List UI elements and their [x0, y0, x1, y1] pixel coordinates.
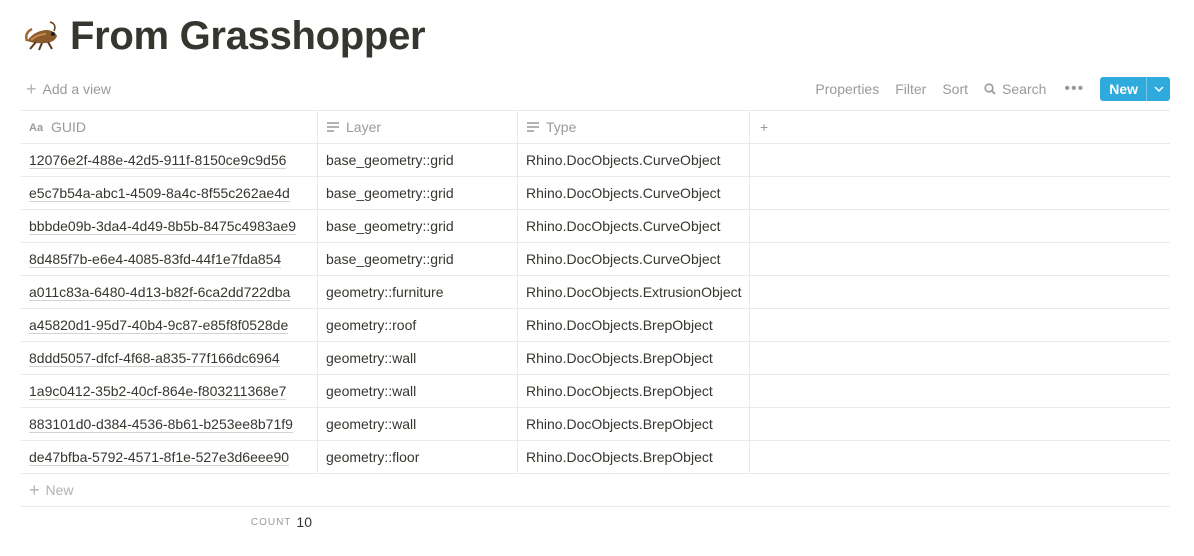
- search-button[interactable]: Search: [976, 81, 1054, 97]
- column-header-type[interactable]: Type: [518, 111, 750, 143]
- guid-value[interactable]: a011c83a-6480-4d13-b82f-6ca2dd722dba: [29, 284, 291, 301]
- guid-value[interactable]: 1a9c0412-35b2-40cf-864e-f803211368e7: [29, 383, 287, 400]
- count-footer[interactable]: COUNT 10: [21, 514, 318, 530]
- empty-cell: [750, 210, 1170, 242]
- layer-cell[interactable]: geometry::wall: [318, 375, 518, 407]
- layer-cell[interactable]: geometry::furniture: [318, 276, 518, 308]
- page-header: From Grasshopper: [22, 10, 426, 62]
- chevron-down-icon[interactable]: [1146, 77, 1170, 101]
- plus-icon: +: [29, 480, 40, 500]
- text-lines-icon: [527, 122, 539, 132]
- column-label: Layer: [346, 119, 382, 135]
- new-row-button[interactable]: + New: [21, 474, 1170, 507]
- guid-cell[interactable]: e5c7b54a-abc1-4509-8a4c-8f55c262ae4d: [21, 177, 318, 209]
- add-column-button[interactable]: +: [750, 111, 1170, 143]
- guid-cell[interactable]: bbbde09b-3da4-4d49-8b5b-8475c4983ae9: [21, 210, 318, 242]
- guid-cell[interactable]: 8ddd5057-dfcf-4f68-a835-77f166dc6964: [21, 342, 318, 374]
- guid-value[interactable]: 8ddd5057-dfcf-4f68-a835-77f166dc6964: [29, 350, 280, 367]
- type-cell[interactable]: Rhino.DocObjects.BrepObject: [518, 441, 750, 473]
- table-row[interactable]: 8d485f7b-e6e4-4085-83fd-44f1e7fda854 base…: [21, 243, 1170, 276]
- empty-cell: [750, 144, 1170, 176]
- type-cell[interactable]: Rhino.DocObjects.CurveObject: [518, 177, 750, 209]
- guid-value[interactable]: 12076e2f-488e-42d5-911f-8150ce9c9d56: [29, 152, 287, 169]
- toolbar-actions: Properties Filter Sort Search ••• New: [807, 77, 1170, 101]
- column-label: Type: [546, 119, 577, 135]
- table-row[interactable]: bbbde09b-3da4-4d49-8b5b-8475c4983ae9 base…: [21, 210, 1170, 243]
- layer-cell[interactable]: geometry::wall: [318, 342, 518, 374]
- add-view-label: Add a view: [42, 81, 111, 97]
- type-cell[interactable]: Rhino.DocObjects.BrepObject: [518, 309, 750, 341]
- svg-text:Aa: Aa: [29, 122, 44, 133]
- layer-cell[interactable]: geometry::roof: [318, 309, 518, 341]
- empty-cell: [750, 177, 1170, 209]
- empty-cell: [750, 276, 1170, 308]
- properties-button[interactable]: Properties: [807, 81, 887, 97]
- text-lines-icon: [327, 122, 339, 132]
- empty-cell: [750, 309, 1170, 341]
- column-header-layer[interactable]: Layer: [318, 111, 518, 143]
- guid-cell[interactable]: a45820d1-95d7-40b4-9c87-e85f8f0528de: [21, 309, 318, 341]
- guid-value[interactable]: bbbde09b-3da4-4d49-8b5b-8475c4983ae9: [29, 218, 297, 235]
- layer-cell[interactable]: base_geometry::grid: [318, 210, 518, 242]
- layer-cell[interactable]: base_geometry::grid: [318, 243, 518, 275]
- filter-button[interactable]: Filter: [887, 81, 934, 97]
- empty-cell: [750, 441, 1170, 473]
- sort-button[interactable]: Sort: [934, 81, 976, 97]
- count-label: COUNT: [250, 516, 292, 528]
- guid-value[interactable]: 883101d0-d384-4536-8b61-b253ee8b71f9: [29, 416, 293, 433]
- table-row[interactable]: 1a9c0412-35b2-40cf-864e-f803211368e7 geom…: [21, 375, 1170, 408]
- new-button[interactable]: New: [1100, 77, 1170, 101]
- page-title: From Grasshopper: [70, 13, 426, 58]
- database-toolbar: + Add a view Properties Filter Sort Sear…: [22, 76, 1170, 102]
- search-icon: [984, 83, 996, 95]
- grasshopper-icon[interactable]: [22, 16, 62, 56]
- type-cell[interactable]: Rhino.DocObjects.CurveObject: [518, 144, 750, 176]
- plus-icon: +: [26, 79, 37, 99]
- table-row[interactable]: de47bfba-5792-4571-8f1e-527e3d6eee90 geom…: [21, 441, 1170, 474]
- more-options-icon[interactable]: •••: [1054, 80, 1094, 98]
- guid-value[interactable]: a45820d1-95d7-40b4-9c87-e85f8f0528de: [29, 317, 289, 334]
- guid-cell[interactable]: de47bfba-5792-4571-8f1e-527e3d6eee90: [21, 441, 318, 473]
- table-row[interactable]: a45820d1-95d7-40b4-9c87-e85f8f0528de geom…: [21, 309, 1170, 342]
- empty-cell: [750, 243, 1170, 275]
- database-table: Aa GUID Layer Type + 12076e2f-488e-42d5-…: [21, 110, 1170, 507]
- table-row[interactable]: 883101d0-d384-4536-8b61-b253ee8b71f9 geom…: [21, 408, 1170, 441]
- guid-value[interactable]: 8d485f7b-e6e4-4085-83fd-44f1e7fda854: [29, 251, 282, 268]
- type-cell[interactable]: Rhino.DocObjects.BrepObject: [518, 342, 750, 374]
- type-cell[interactable]: Rhino.DocObjects.BrepObject: [518, 375, 750, 407]
- type-cell[interactable]: Rhino.DocObjects.CurveObject: [518, 243, 750, 275]
- column-header-guid[interactable]: Aa GUID: [21, 111, 318, 143]
- type-cell[interactable]: Rhino.DocObjects.CurveObject: [518, 210, 750, 242]
- guid-value[interactable]: e5c7b54a-abc1-4509-8a4c-8f55c262ae4d: [29, 185, 290, 202]
- guid-cell[interactable]: 8d485f7b-e6e4-4085-83fd-44f1e7fda854: [21, 243, 318, 275]
- column-label: GUID: [51, 119, 86, 135]
- empty-cell: [750, 408, 1170, 440]
- table-row[interactable]: 8ddd5057-dfcf-4f68-a835-77f166dc6964 geom…: [21, 342, 1170, 375]
- table-row[interactable]: 12076e2f-488e-42d5-911f-8150ce9c9d56 base…: [21, 144, 1170, 177]
- new-row-label: New: [45, 482, 74, 498]
- table-header: Aa GUID Layer Type +: [21, 111, 1170, 144]
- type-cell[interactable]: Rhino.DocObjects.ExtrusionObject: [518, 276, 750, 308]
- layer-cell[interactable]: base_geometry::grid: [318, 144, 518, 176]
- count-value: 10: [296, 514, 312, 530]
- layer-cell[interactable]: geometry::floor: [318, 441, 518, 473]
- empty-cell: [750, 375, 1170, 407]
- type-cell[interactable]: Rhino.DocObjects.BrepObject: [518, 408, 750, 440]
- new-button-label[interactable]: New: [1100, 77, 1146, 101]
- guid-cell[interactable]: 12076e2f-488e-42d5-911f-8150ce9c9d56: [21, 144, 318, 176]
- empty-cell: [750, 342, 1170, 374]
- guid-value[interactable]: de47bfba-5792-4571-8f1e-527e3d6eee90: [29, 449, 290, 466]
- guid-cell[interactable]: 883101d0-d384-4536-8b61-b253ee8b71f9: [21, 408, 318, 440]
- search-label: Search: [1002, 81, 1047, 97]
- layer-cell[interactable]: base_geometry::grid: [318, 177, 518, 209]
- table-row[interactable]: e5c7b54a-abc1-4509-8a4c-8f55c262ae4d base…: [21, 177, 1170, 210]
- table-body: 12076e2f-488e-42d5-911f-8150ce9c9d56 base…: [21, 144, 1170, 474]
- layer-cell[interactable]: geometry::wall: [318, 408, 518, 440]
- add-view-button[interactable]: + Add a view: [22, 79, 111, 99]
- table-row[interactable]: a011c83a-6480-4d13-b82f-6ca2dd722dba geom…: [21, 276, 1170, 309]
- title-text-icon: Aa: [29, 122, 44, 133]
- guid-cell[interactable]: a011c83a-6480-4d13-b82f-6ca2dd722dba: [21, 276, 318, 308]
- guid-cell[interactable]: 1a9c0412-35b2-40cf-864e-f803211368e7: [21, 375, 318, 407]
